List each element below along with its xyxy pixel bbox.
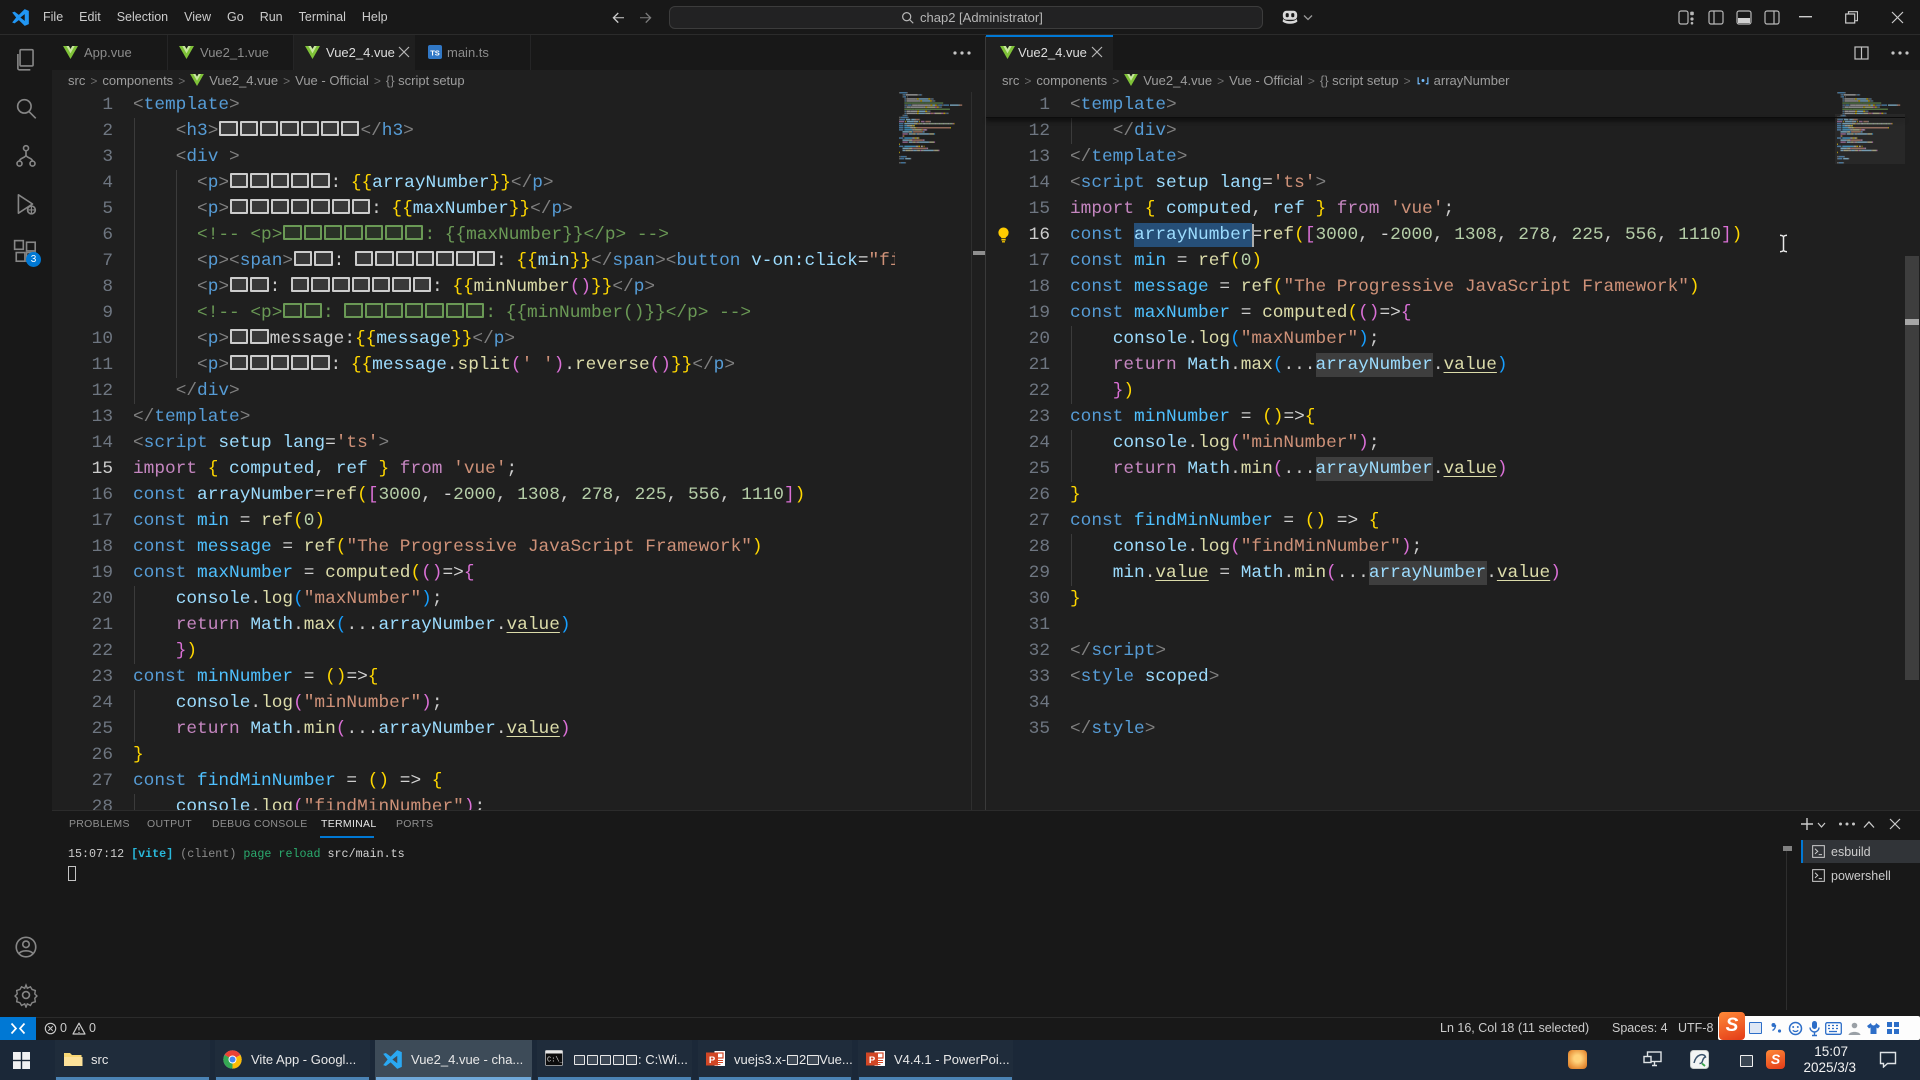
svg-text:P: P bbox=[709, 1055, 716, 1066]
svg-text:TS: TS bbox=[430, 49, 440, 58]
svg-text:P: P bbox=[869, 1055, 876, 1066]
svg-text:C:\_: C:\_ bbox=[547, 1057, 563, 1065]
